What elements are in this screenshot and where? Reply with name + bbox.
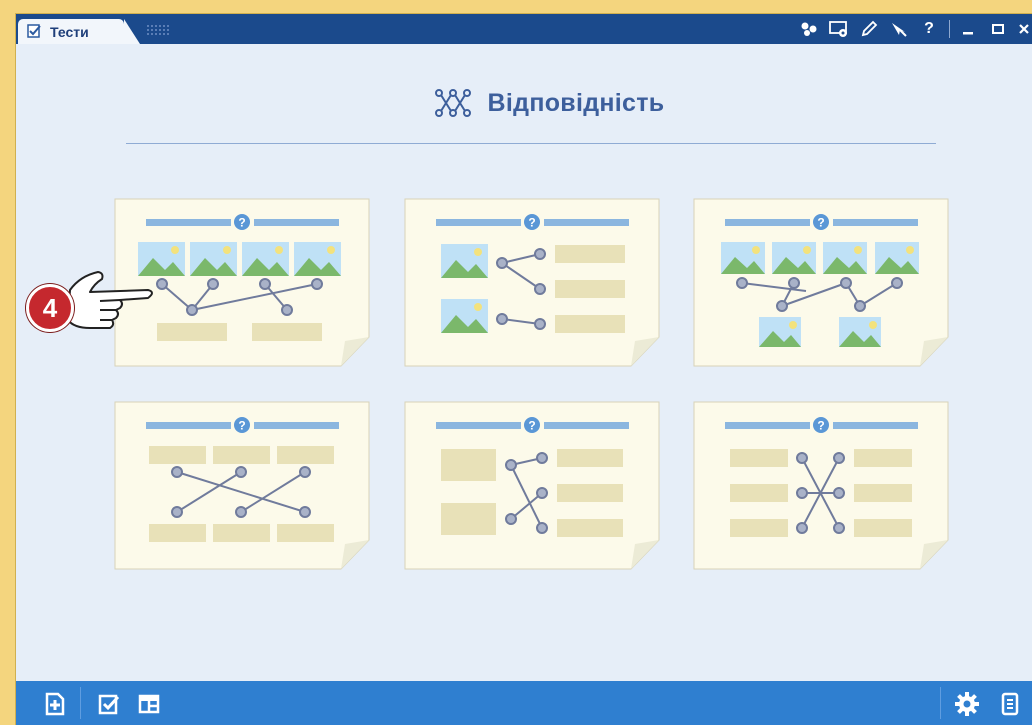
document-check-icon <box>27 24 41 38</box>
svg-text:?: ? <box>528 216 535 230</box>
help-icon: ? <box>813 214 829 230</box>
template-card-text-to-text-cross[interactable]: ? <box>114 401 370 570</box>
window-toolbar: ? <box>791 14 1032 44</box>
toolbar-divider <box>949 20 950 38</box>
users-icon[interactable] <box>797 17 821 41</box>
template-card-images-to-text-right[interactable]: ? <box>404 198 660 367</box>
toolbar-divider <box>80 687 81 719</box>
tab-label: Тести <box>50 24 89 40</box>
matching-icon <box>434 89 471 117</box>
help-icon: ? <box>234 214 250 230</box>
add-page-icon[interactable] <box>40 690 68 718</box>
step-callout: 4 <box>20 270 160 340</box>
help-icon: ? <box>813 417 829 433</box>
template-preview: ? <box>404 401 660 570</box>
svg-text:?: ? <box>817 419 824 433</box>
svg-text:?: ? <box>817 216 824 230</box>
template-preview: ? <box>114 401 370 570</box>
template-preview: ? <box>693 401 949 570</box>
title-divider <box>126 143 936 144</box>
template-preview: ? <box>693 198 949 367</box>
layout-icon[interactable] <box>135 690 163 718</box>
page-title: Відповідність <box>487 88 665 117</box>
svg-text:?: ? <box>238 419 245 433</box>
gear-icon[interactable] <box>953 690 981 718</box>
bottom-toolbar <box>16 681 1032 725</box>
title-bar: Тести ? <box>16 14 1032 44</box>
template-card-images-to-images[interactable]: ? <box>693 198 949 367</box>
settings-screen-icon[interactable] <box>827 17 851 41</box>
minimize-icon[interactable] <box>956 17 980 41</box>
svg-text:?: ? <box>238 216 245 230</box>
toolbar-divider <box>940 687 941 719</box>
help-icon[interactable]: ? <box>917 17 941 41</box>
check-edit-icon[interactable] <box>95 690 123 718</box>
svg-text:?: ? <box>528 419 535 433</box>
notes-icon[interactable] <box>996 690 1024 718</box>
page-heading: Відповідність <box>16 88 1032 123</box>
help-icon: ? <box>524 417 540 433</box>
help-icon: ? <box>234 417 250 433</box>
step-number-badge: 4 <box>26 284 74 332</box>
template-preview: ? <box>404 198 660 367</box>
pencil-icon[interactable] <box>857 17 881 41</box>
maximize-icon[interactable] <box>986 17 1010 41</box>
pointer-icon[interactable] <box>887 17 911 41</box>
tab-tests[interactable]: Тести <box>18 19 140 44</box>
grid-dots-icon <box>147 25 169 35</box>
tests-window: Тести ? Відповідність ? ? ? ? ? ? <box>16 14 1032 725</box>
template-card-text-block-to-text[interactable]: ? <box>404 401 660 570</box>
close-icon[interactable] <box>1016 17 1032 41</box>
template-card-text-to-text-columns[interactable]: ? <box>693 401 949 570</box>
help-icon: ? <box>524 214 540 230</box>
help-label: ? <box>924 20 934 37</box>
